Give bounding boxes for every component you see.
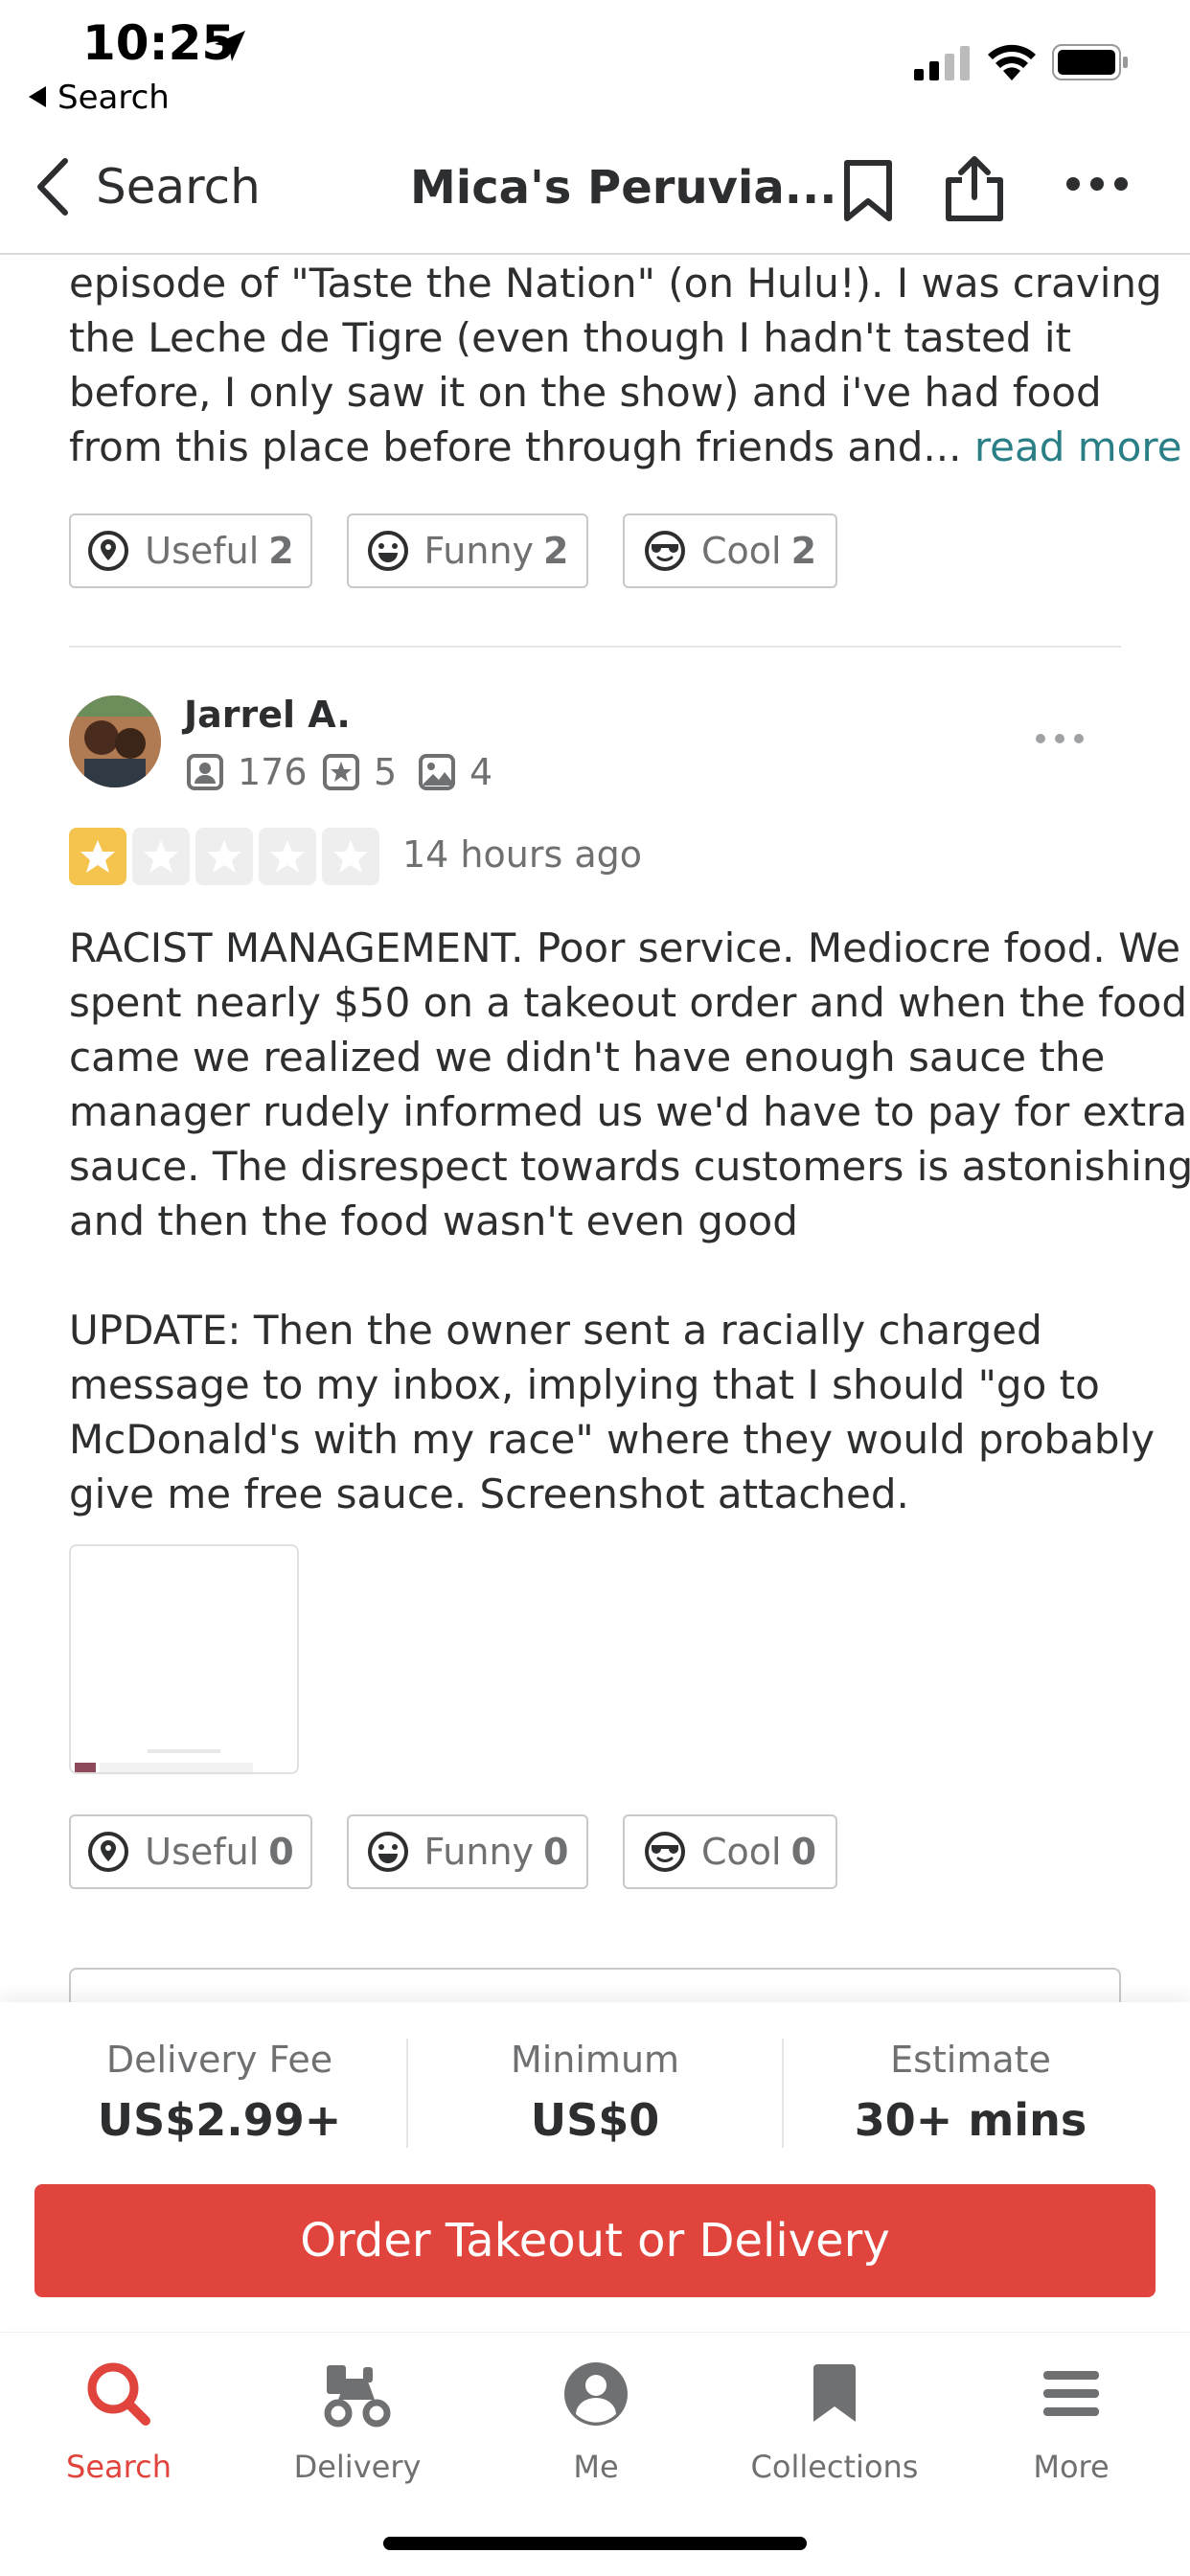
rating-star-icon [69,828,126,885]
delivery-estimate: Estimate 30+ mins [854,2039,1087,2146]
more-options-icon[interactable] [1065,176,1129,192]
tab-collections[interactable]: Collections [716,2357,953,2485]
useful-icon [88,1832,129,1872]
read-more-link[interactable]: read more [974,423,1182,470]
useful-icon [88,531,129,571]
delivery-scooter-icon [324,2365,391,2428]
menu-icon [1043,2371,1099,2416]
order-takeout-delivery-button[interactable]: Order Takeout or Delivery [34,2184,1156,2297]
cool-button[interactable]: Cool 0 [623,1814,837,1889]
page-title: Mica's Peruvia... [410,161,837,215]
funny-button[interactable]: Funny 2 [347,513,588,588]
review-photo[interactable] [69,1544,299,1774]
review-star-icon [323,754,359,790]
cool-button[interactable]: Cool 2 [623,513,837,588]
battery-icon [1052,44,1128,80]
delivery-minimum: Minimum US$0 [510,2039,680,2146]
useful-button[interactable]: Useful 0 [69,1814,312,1889]
friends-icon [187,754,223,790]
reviewer-name[interactable]: Jarrel A. [184,694,351,736]
rating-star-icon [322,828,379,885]
rating-star-icon [259,828,316,885]
tab-search[interactable]: Search [0,2357,238,2485]
delivery-fee: Delivery Fee US$2.99+ [97,2039,342,2146]
back-triangle-icon [29,85,46,107]
wifi-icon [988,44,1036,80]
rating-star-icon [195,828,253,885]
funny-button[interactable]: Funny 0 [347,1814,588,1889]
nav-divider [0,253,1190,255]
funny-icon [367,1832,408,1872]
reviews-count: 5 [322,751,397,793]
back-button[interactable]: Search [96,159,261,215]
rating-star-icon [132,828,190,885]
location-arrow-icon [215,31,245,61]
cellular-signal-icon [914,46,970,80]
tab-more[interactable]: More [952,2357,1190,2485]
review-text: RACIST MANAGEMENT. Poor service. Mediocr… [69,924,1190,1517]
funny-icon [367,531,408,571]
share-icon[interactable] [943,153,1006,222]
profile-icon [564,2362,628,2426]
chevron-left-icon[interactable] [29,153,77,220]
search-icon [87,2362,150,2426]
photos-count: 4 [418,751,492,793]
friends-count: 176 [186,751,308,793]
avatar[interactable] [69,695,161,787]
next-card-edge [69,1968,1121,2006]
cool-icon [644,1832,685,1872]
tab-delivery[interactable]: Delivery [239,2357,476,2485]
review-options-icon[interactable] [1035,732,1085,745]
collections-bookmark-icon [813,2364,856,2422]
bookmark-icon[interactable] [841,159,895,222]
photo-icon [419,754,455,790]
review-date: 14 hours ago [402,833,643,876]
back-to-app-link[interactable]: Search [29,79,170,117]
cool-icon [644,531,685,571]
review-divider [69,646,1121,648]
useful-button[interactable]: Useful 2 [69,513,312,588]
tab-me[interactable]: Me [477,2357,715,2485]
home-indicator [383,2537,807,2550]
prev-review-text: episode of "Taste the Nation" (on Hulu!)… [69,260,1182,470]
